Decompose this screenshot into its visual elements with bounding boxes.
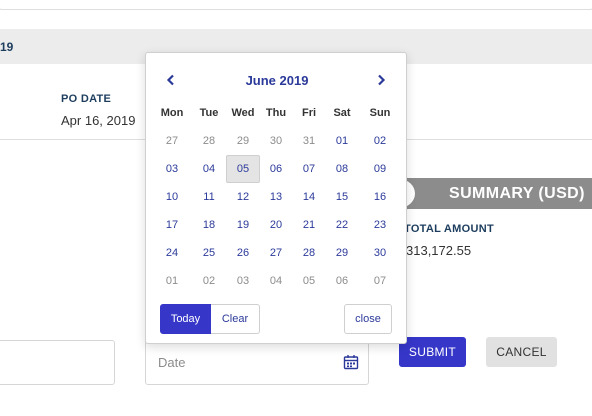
- calendar-day[interactable]: 24: [155, 239, 189, 267]
- header-band-text: 19: [0, 40, 14, 54]
- calendar-day[interactable]: 27: [155, 127, 189, 155]
- calendar-day[interactable]: 02: [363, 127, 397, 155]
- date-input[interactable]: [158, 355, 328, 370]
- text-field[interactable]: [0, 340, 115, 385]
- date-field[interactable]: [145, 340, 369, 385]
- po-date-label: PO DATE: [61, 93, 112, 105]
- calendar-day[interactable]: 14: [292, 183, 326, 211]
- datepicker-popup: June 2019 Mon Tue Wed Thu Fri Sat Sun 27…: [145, 52, 407, 344]
- chevron-right-icon: [378, 74, 386, 86]
- clear-button[interactable]: Clear: [211, 304, 260, 334]
- calendar-day[interactable]: 06: [325, 267, 359, 295]
- calendar-day[interactable]: 28: [192, 127, 226, 155]
- calendar-day[interactable]: 22: [325, 211, 359, 239]
- calendar-day[interactable]: 29: [325, 239, 359, 267]
- submit-button[interactable]: SUBMIT: [399, 337, 466, 367]
- calendar-day[interactable]: 29: [226, 127, 260, 155]
- calendar-day[interactable]: 15: [325, 183, 359, 211]
- po-date-value: Apr 16, 2019: [61, 113, 136, 128]
- calendar-day[interactable]: 01: [155, 267, 189, 295]
- calendar-day[interactable]: 11: [192, 183, 226, 211]
- calendar-day[interactable]: 01: [325, 127, 359, 155]
- calendar-day[interactable]: 19: [226, 211, 260, 239]
- calendar-day[interactable]: 07: [363, 267, 397, 295]
- calendar-day[interactable]: 10: [155, 183, 189, 211]
- calendar-day[interactable]: 30: [259, 127, 293, 155]
- calendar-day[interactable]: 08: [325, 155, 359, 183]
- calendar-day[interactable]: 03: [226, 267, 260, 295]
- calendar-icon[interactable]: [343, 354, 359, 370]
- calendar-day[interactable]: 27: [259, 239, 293, 267]
- calendar-day[interactable]: 02: [192, 267, 226, 295]
- calendar-day[interactable]: 07: [292, 155, 326, 183]
- calendar-day[interactable]: 21: [292, 211, 326, 239]
- calendar-day[interactable]: 25: [192, 239, 226, 267]
- close-button[interactable]: close: [344, 304, 392, 334]
- weekday-sat: Sat: [333, 107, 351, 119]
- calendar-day[interactable]: 31: [292, 127, 326, 155]
- total-amount-label: TOTAL AMOUNT: [404, 223, 494, 235]
- calendar-day[interactable]: 23: [363, 211, 397, 239]
- calendar-day[interactable]: 26: [226, 239, 260, 267]
- calendar-day[interactable]: 30: [363, 239, 397, 267]
- calendar-day[interactable]: 03: [155, 155, 189, 183]
- month-title[interactable]: June 2019: [146, 73, 408, 88]
- calendar-day[interactable]: 09: [363, 155, 397, 183]
- total-amount-value: 313,172.55: [406, 243, 472, 258]
- weekday-wed: Wed: [231, 107, 255, 119]
- calendar-day[interactable]: 13: [259, 183, 293, 211]
- cancel-button[interactable]: CANCEL: [486, 337, 557, 367]
- calendar-day[interactable]: 28: [292, 239, 326, 267]
- calendar-day-selected[interactable]: 05: [226, 155, 260, 183]
- calendar-day[interactable]: 04: [192, 155, 226, 183]
- calendar-day[interactable]: 18: [192, 211, 226, 239]
- today-button[interactable]: Today: [160, 304, 211, 334]
- calendar-day[interactable]: 20: [259, 211, 293, 239]
- calendar-day[interactable]: 16: [363, 183, 397, 211]
- weekday-mon: Mon: [160, 107, 184, 119]
- weekday-tue: Tue: [199, 107, 219, 119]
- weekday-fri: Fri: [301, 107, 317, 119]
- calendar-day[interactable]: 05: [292, 267, 326, 295]
- calendar-day[interactable]: 04: [259, 267, 293, 295]
- weekday-thu: Thu: [265, 107, 287, 119]
- calendar-day[interactable]: 06: [259, 155, 293, 183]
- weekday-sun: Sun: [369, 107, 391, 119]
- next-month-button[interactable]: [371, 71, 391, 89]
- top-card: [0, 0, 592, 10]
- calendar-day[interactable]: 12: [226, 183, 260, 211]
- calendar-day[interactable]: 17: [155, 211, 189, 239]
- summary-title: SUMMARY (USD): [449, 185, 585, 202]
